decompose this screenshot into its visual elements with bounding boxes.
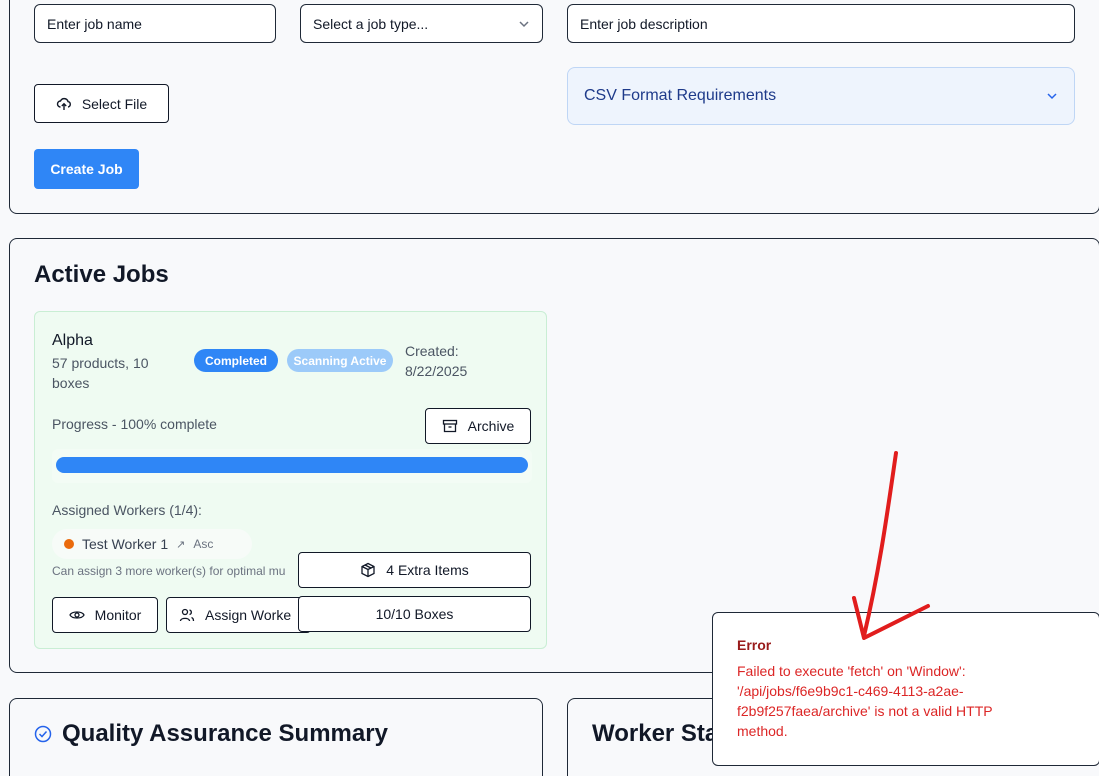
package-icon (360, 562, 376, 578)
select-file-label: Select File (81, 95, 148, 112)
monitor-label: Monitor (94, 607, 142, 623)
worker-status-dot (64, 539, 74, 549)
job-card: Alpha 57 products, 10 boxes Completed Sc… (34, 311, 547, 649)
created-label: Created: (405, 343, 459, 359)
error-message: Failed to execute 'fetch' on 'Window': '… (737, 663, 993, 739)
job-description-placeholder: Enter job description (580, 15, 708, 32)
archive-icon (442, 418, 458, 434)
progress-fill (56, 457, 528, 473)
cloud-upload-icon (56, 96, 72, 112)
job-name: Alpha (52, 332, 93, 349)
check-circle-icon (34, 725, 52, 743)
worker-chip: Test Worker 1 ↗ Asc (52, 529, 252, 559)
archive-label: Archive (467, 418, 515, 434)
job-type-placeholder: Select a job type... (313, 15, 429, 32)
extra-items-label: 4 Extra Items (386, 562, 469, 578)
job-name-placeholder: Enter job name (47, 15, 142, 32)
worker-name: Test Worker 1 (82, 536, 169, 552)
boxes-button[interactable]: 10/10 Boxes (298, 596, 531, 632)
worker-tag: Asc (193, 537, 214, 551)
created-date: 8/22/2025 (405, 363, 468, 379)
assigned-workers-label: Assigned Workers (1/4): (52, 502, 202, 518)
assign-workers-label: Assign Worke (205, 607, 292, 623)
job-summary: 57 products, 10 boxes (52, 355, 149, 391)
users-icon (179, 607, 195, 623)
progress-track (52, 449, 532, 483)
select-file-button[interactable]: Select File (34, 84, 169, 123)
scanning-badge: Scanning Active (287, 349, 393, 372)
annotation-arrow (852, 451, 930, 640)
assign-hint: Can assign 3 more worker(s) for optimal … (52, 564, 286, 578)
archive-button[interactable]: Archive (425, 408, 531, 444)
active-jobs-title: Active Jobs (34, 261, 169, 288)
monitor-button[interactable]: Monitor (52, 597, 158, 633)
worker-stats-title: Worker Sta (592, 720, 719, 747)
progress-label: Progress - 100% complete (52, 416, 217, 432)
qa-summary-title: Quality Assurance Summary (62, 720, 388, 747)
csv-requirements-accordion[interactable]: CSV Format Requirements (567, 67, 1075, 125)
status-badge: Completed (194, 349, 278, 372)
trend-up-icon: ↗ (176, 538, 186, 551)
job-description-input[interactable]: Enter job description (567, 4, 1075, 43)
csv-requirements-label: CSV Format Requirements (584, 87, 777, 104)
eye-icon (68, 607, 85, 623)
job-name-input[interactable]: Enter job name (34, 4, 276, 43)
assign-workers-button[interactable]: Assign Worke (166, 597, 311, 633)
extra-items-button[interactable]: 4 Extra Items (298, 552, 531, 588)
job-type-select[interactable]: Select a job type... (300, 4, 543, 43)
chevron-down-icon (1046, 90, 1058, 102)
chevron-down-icon (518, 18, 530, 30)
qa-summary-header: Quality Assurance Summary (34, 720, 388, 748)
create-job-button[interactable]: Create Job (34, 149, 139, 189)
